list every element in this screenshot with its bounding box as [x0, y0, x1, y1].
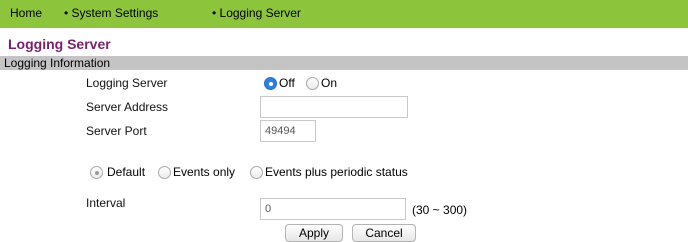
interval-range-hint: (30 ~ 300): [412, 203, 468, 217]
radio-unselected-icon: [306, 76, 319, 90]
radio-unselected-icon: [158, 165, 171, 179]
mode-events-only-label: Events only: [173, 165, 236, 179]
radio-selected-icon: [264, 76, 277, 90]
interval-label: Interval: [86, 196, 126, 210]
logging-server-label: Logging Server: [86, 76, 168, 90]
logging-server-on-radio[interactable]: On: [306, 76, 337, 90]
section-header: Logging Information: [0, 56, 688, 70]
logging-server-off-radio[interactable]: Off: [264, 76, 295, 90]
breadcrumb-logging-server[interactable]: • Logging Server: [212, 6, 301, 20]
mode-default-radio[interactable]: Default: [90, 165, 145, 179]
apply-button[interactable]: Apply: [285, 224, 343, 242]
logging-server-on-label: On: [321, 76, 338, 90]
breadcrumb-home[interactable]: Home: [10, 6, 42, 20]
mode-events-only-radio[interactable]: Events only: [158, 165, 235, 179]
section-title: Logging Information: [4, 56, 111, 70]
logging-server-off-label: Off: [279, 76, 295, 90]
server-port-label: Server Port: [86, 124, 147, 138]
mode-events-periodic-radio[interactable]: Events plus periodic status: [250, 165, 408, 179]
server-address-input[interactable]: [260, 96, 408, 118]
mode-events-periodic-label: Events plus periodic status: [265, 165, 408, 179]
page-title: Logging Server: [8, 36, 111, 52]
cancel-button[interactable]: Cancel: [352, 224, 416, 242]
radio-selected-icon: [90, 165, 103, 179]
radio-unselected-icon: [250, 165, 263, 179]
server-address-label: Server Address: [86, 100, 169, 114]
interval-input[interactable]: [260, 198, 406, 220]
breadcrumb: Home • System Settings • Logging Server: [0, 0, 688, 28]
mode-default-label: Default: [107, 165, 146, 179]
breadcrumb-system-settings[interactable]: • System Settings: [64, 6, 158, 20]
server-port-input[interactable]: [260, 120, 316, 142]
